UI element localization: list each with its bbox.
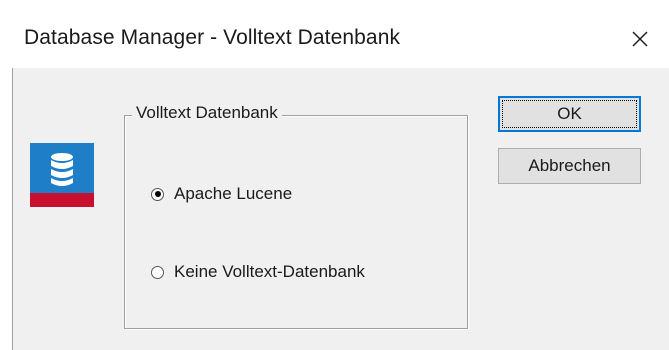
close-button[interactable] <box>620 20 660 58</box>
close-icon <box>632 31 648 47</box>
radio-no-fulltext-db[interactable]: Keine Volltext-Datenbank <box>151 262 365 282</box>
database-icon <box>30 143 94 207</box>
ok-button-label: OK <box>557 104 582 123</box>
fulltext-db-groupbox <box>124 115 468 329</box>
groupbox-legend: Volltext Datenbank <box>132 103 282 123</box>
radio-button-no-fulltext-db[interactable] <box>151 265 164 279</box>
ok-button[interactable]: OK <box>498 96 641 132</box>
cancel-button[interactable]: Abbrechen <box>498 148 641 184</box>
window-title: Database Manager - Volltext Datenbank <box>24 26 401 49</box>
radio-label-apache-lucene: Apache Lucene <box>174 184 293 203</box>
radio-apache-lucene[interactable]: Apache Lucene <box>151 184 292 204</box>
radio-selected-dot <box>154 191 161 197</box>
dialog-window: Database Manager - Volltext Datenbank Vo… <box>0 0 669 350</box>
title-bar[interactable]: Database Manager - Volltext Datenbank <box>0 0 669 68</box>
radio-label-no-fulltext-db: Keine Volltext-Datenbank <box>174 262 365 281</box>
radio-button-apache-lucene[interactable] <box>151 187 164 201</box>
cancel-button-label: Abbrechen <box>528 156 611 175</box>
